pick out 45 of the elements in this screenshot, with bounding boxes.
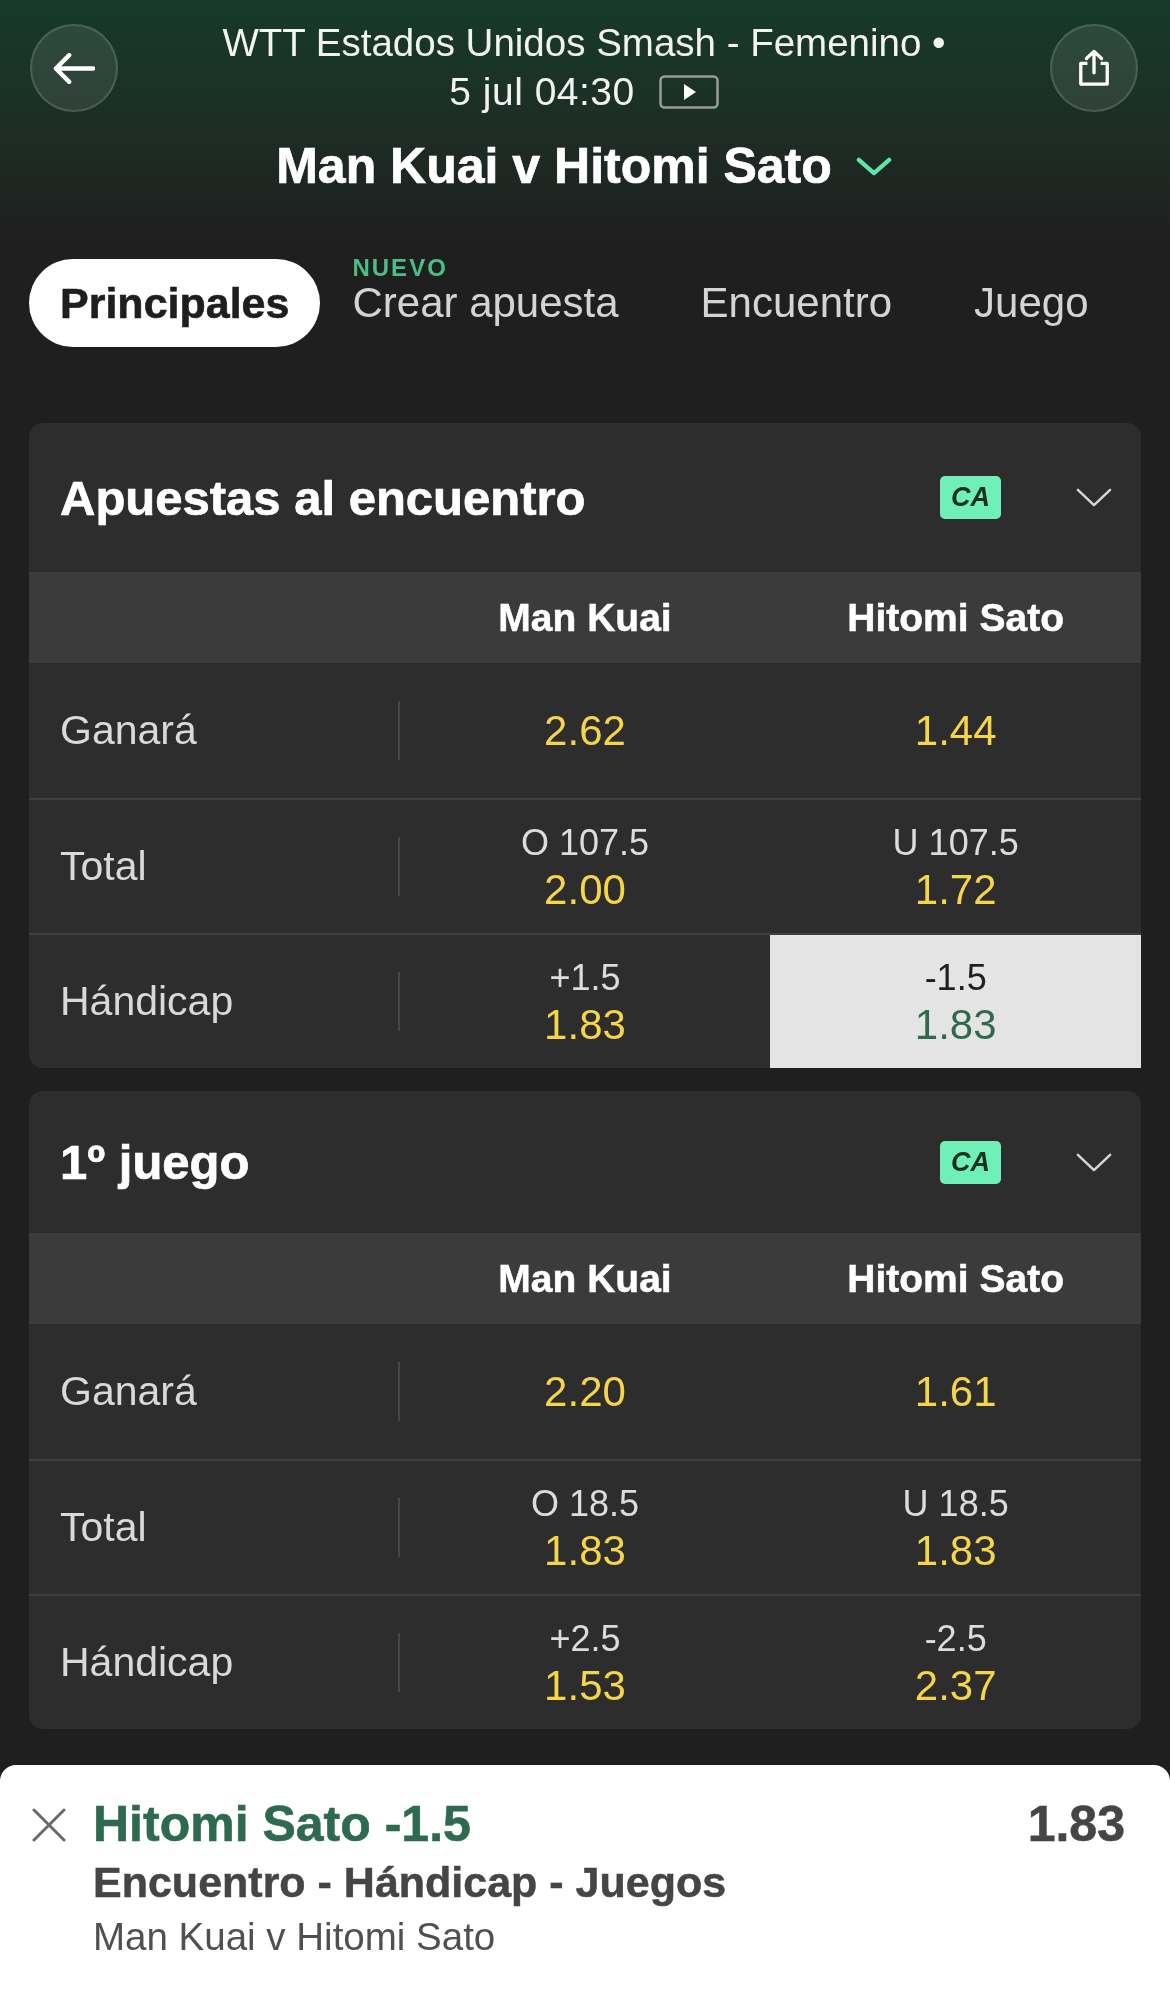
market-tag: CA [940,1140,1001,1184]
chevron-down-icon[interactable] [1076,1152,1112,1172]
odds-button[interactable]: +2.5 1.53 [399,1596,771,1729]
row-label: Hándicap [60,978,234,1025]
row-label: Ganará [60,707,197,754]
odds-button[interactable]: -2.5 2.37 [770,1596,1141,1729]
tab[interactable]: Juego [944,281,1119,347]
back-arrow-icon [53,52,95,84]
odds-button[interactable]: +1.5 1.83 [399,935,771,1068]
market-tag: CA [940,476,1001,519]
chevron-down-icon[interactable] [1076,488,1112,507]
match-title-dropdown[interactable]: Man Kuai v Hitomi Sato [276,138,892,194]
odds-button[interactable]: 1.61 [770,1324,1141,1459]
column-header: Man Kuai [497,1256,673,1301]
odds-button[interactable]: -1.5 1.83 [770,935,1141,1068]
close-icon[interactable] [32,1808,66,1842]
market-title: 1º juego [60,1134,251,1190]
odds-button[interactable]: 1.44 [770,663,1141,798]
row-label: Total [60,1504,147,1551]
column-header: Hitomi Sato [846,595,1065,640]
share-icon [1077,49,1111,87]
tab[interactable]: NUEVO Crear apuesta [322,255,649,347]
chevron-down-icon [855,155,892,177]
odds-button[interactable]: O 18.5 1.83 [399,1461,771,1594]
row-label: Ganará [60,1368,197,1415]
bet-event: Man Kuai v Hitomi Sato [93,1916,497,1958]
bet-odds: 1.83 [1027,1801,1125,1847]
bet-selection: Hitomi Sato -1.5 [93,1801,472,1847]
competition-title: WTT Estados Unidos Smash - Femenino • [222,22,946,64]
new-label: NUEVO [352,255,448,281]
play-icon[interactable] [658,75,719,109]
column-header: Man Kuai [497,595,673,640]
column-header: Hitomi Sato [846,1256,1065,1301]
odds-button[interactable]: 2.62 [399,663,771,798]
odds-button[interactable]: 2.20 [399,1324,771,1459]
row-label: Hándicap [60,1639,234,1686]
row-label: Total [60,843,147,890]
match-datetime: 5 jul 04:30 [449,70,635,114]
bet-market: Encuentro - Hándicap - Juegos [93,1859,728,1905]
tab[interactable]: Principales [29,259,321,347]
odds-button[interactable]: O 107.5 2.00 [399,800,771,933]
odds-button[interactable]: U 107.5 1.72 [770,800,1141,933]
tab[interactable]: Encuentro [670,281,923,347]
odds-button[interactable]: U 18.5 1.83 [770,1461,1141,1594]
market-title: Apuestas al encuentro [60,469,587,526]
